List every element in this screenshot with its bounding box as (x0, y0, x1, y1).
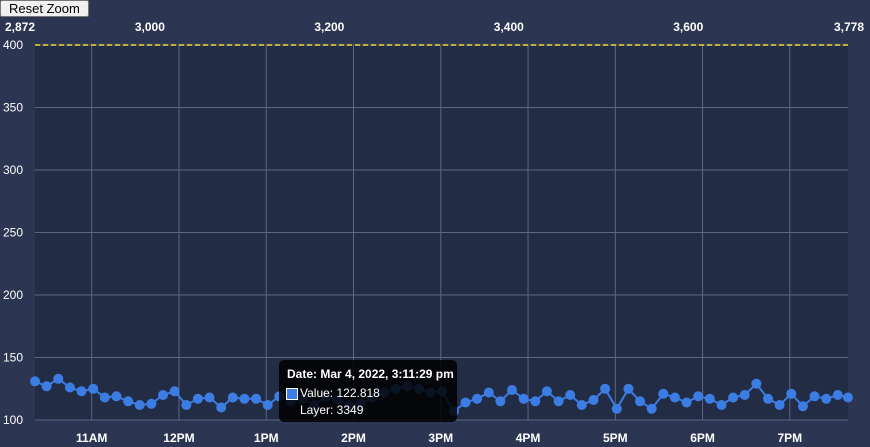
data-point[interactable] (565, 390, 576, 400)
data-point[interactable] (611, 403, 622, 414)
series-swatch-icon (286, 388, 298, 400)
top-axis-tick-label: 3,200 (314, 20, 344, 34)
data-point[interactable] (541, 386, 552, 397)
x-tick-label: 12PM (163, 431, 194, 445)
data-point[interactable] (646, 403, 657, 414)
data-point[interactable] (588, 395, 599, 405)
data-point[interactable] (472, 393, 483, 404)
data-point[interactable] (53, 373, 64, 384)
data-point[interactable] (483, 387, 494, 398)
x-tick-label: 5PM (603, 431, 628, 445)
data-point[interactable] (64, 382, 75, 393)
data-point[interactable] (809, 391, 820, 402)
top-axis-tick-label: 3,778 (834, 20, 864, 34)
data-point[interactable] (251, 393, 262, 404)
top-axis-tick-label: 3,400 (494, 20, 524, 34)
data-point[interactable] (99, 392, 110, 403)
top-axis-tick-label: 3,600 (673, 20, 703, 34)
data-point[interactable] (111, 391, 122, 402)
data-point[interactable] (797, 401, 808, 412)
data-point[interactable] (681, 397, 692, 408)
data-point[interactable] (460, 397, 471, 408)
data-point[interactable] (728, 392, 739, 403)
tooltip-value: Value: 122.818 (300, 386, 380, 400)
data-point[interactable] (181, 400, 192, 410)
data-point[interactable] (495, 396, 506, 407)
y-tick-label: 150 (3, 351, 23, 365)
data-point[interactable] (576, 400, 587, 410)
data-point[interactable] (158, 390, 168, 400)
y-tick-label: 350 (3, 101, 23, 115)
data-point[interactable] (227, 392, 238, 403)
data-point[interactable] (518, 393, 529, 404)
x-tick-label: 2PM (341, 431, 366, 445)
data-point[interactable] (623, 383, 634, 394)
data-point-tooltip: Date: Mar 4, 2022, 3:11:29 pm Value: 122… (279, 360, 457, 422)
data-point[interactable] (76, 386, 87, 397)
y-tick-label: 200 (3, 288, 23, 302)
data-point[interactable] (704, 393, 715, 404)
data-point[interactable] (507, 385, 517, 395)
reset-zoom-button[interactable]: Reset Zoom (0, 0, 89, 17)
top-axis-tick-label: 2,872 (5, 20, 35, 34)
y-tick-label: 100 (3, 413, 23, 427)
y-tick-label: 250 (3, 226, 23, 240)
data-point[interactable] (786, 388, 797, 399)
x-tick-label: 3PM (428, 431, 453, 445)
data-point[interactable] (553, 396, 564, 407)
data-point[interactable] (774, 400, 785, 410)
data-point[interactable] (204, 392, 215, 403)
data-point[interactable] (239, 393, 250, 404)
x-tick-label: 6PM (690, 431, 715, 445)
x-tick-label: 7PM (777, 431, 802, 445)
data-point[interactable] (530, 396, 541, 407)
tooltip-date: Date: Mar 4, 2022, 3:11:29 pm (287, 367, 454, 381)
data-point[interactable] (216, 402, 227, 413)
tooltip-layer: Layer: 3349 (300, 403, 364, 417)
data-point[interactable] (30, 376, 40, 387)
data-point[interactable] (658, 388, 669, 399)
data-point[interactable] (600, 383, 611, 394)
y-tick-label: 300 (3, 163, 23, 177)
data-point[interactable] (821, 393, 832, 404)
data-point[interactable] (192, 393, 203, 404)
data-point[interactable] (169, 386, 180, 397)
data-point[interactable] (843, 392, 853, 403)
data-point[interactable] (832, 390, 843, 400)
data-point[interactable] (763, 393, 773, 404)
data-point[interactable] (146, 398, 157, 409)
data-point[interactable] (751, 378, 762, 389)
data-point[interactable] (88, 383, 99, 394)
data-point[interactable] (693, 391, 704, 402)
data-point[interactable] (669, 392, 680, 403)
data-point[interactable] (134, 400, 145, 410)
data-point[interactable] (635, 396, 645, 407)
y-tick-label: 400 (3, 38, 23, 52)
x-tick-label: 4PM (516, 431, 541, 445)
data-point[interactable] (739, 390, 750, 400)
x-tick-label: 1PM (254, 431, 279, 445)
data-point[interactable] (262, 400, 273, 410)
data-point[interactable] (716, 400, 727, 410)
top-axis-tick-label: 3,000 (135, 20, 165, 34)
x-tick-label: 11AM (76, 431, 107, 445)
data-point[interactable] (123, 396, 134, 407)
data-point[interactable] (41, 381, 52, 392)
